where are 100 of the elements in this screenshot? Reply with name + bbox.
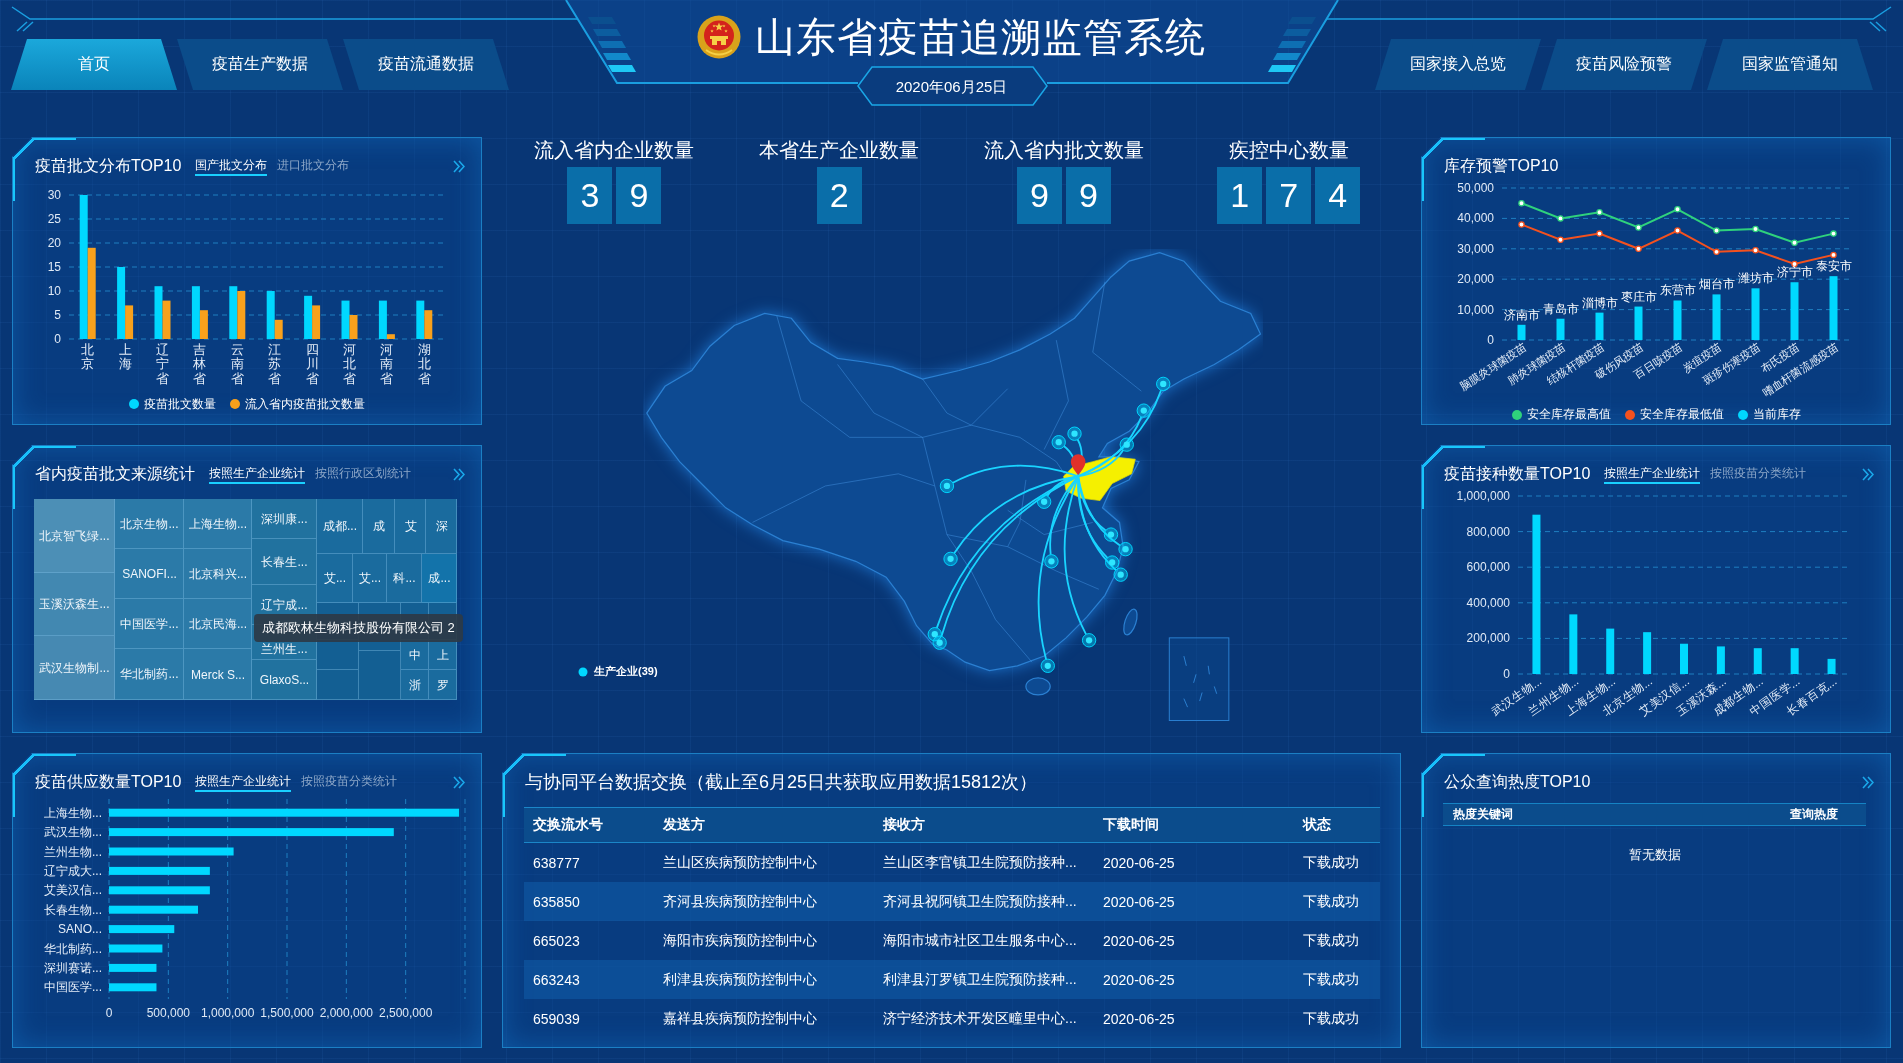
axis-label: 湖北省 <box>417 343 431 386</box>
counter-digit: 1 <box>1217 167 1263 224</box>
table-cell-text: 济宁经济技术开发区疃里中心... <box>882 1009 1078 1028</box>
column-header: 交换流水号 <box>532 816 604 834</box>
counter-digit: 4 <box>1315 167 1361 224</box>
table-cell-text: 利津县汀罗镇卫生院预防接种... <box>882 970 1078 989</box>
date-text: 2020年06月25日 <box>895 77 1008 97</box>
table-cell-text: 2020-06-25 <box>1102 893 1176 910</box>
axis-label: 辽宁成大... <box>44 863 102 878</box>
treemap-tile: 北京智飞绿... <box>34 499 115 573</box>
table-cell-text: 663243 <box>532 971 581 988</box>
tick-label: 15 <box>47 260 61 274</box>
treemap-tile: Merck S... <box>184 649 252 700</box>
data-label: 济宁市 <box>1776 265 1813 280</box>
treemap-tile: 中国医学... <box>115 599 184 649</box>
table-cell-text: 兰山区疾病预防控制中心 <box>662 853 818 872</box>
table-cell-text: 635850 <box>532 893 581 910</box>
stat-label: 疾控中心数量 <box>1228 138 1349 163</box>
treemap-tile: 北京民海... <box>184 599 252 649</box>
tick-label: 1,000,000 <box>200 1006 255 1020</box>
treemap-tile: 北京生物... <box>115 499 184 549</box>
tick-label: 1,000,000 <box>1456 489 1510 503</box>
treemap-tile: 艾... <box>317 554 353 603</box>
axis-label: 北京 <box>81 343 95 374</box>
tick-label: 0 <box>1503 667 1510 681</box>
treemap-tile: 华北制药... <box>115 649 184 700</box>
treemap-tile: 成 <box>363 499 395 554</box>
counter-digit: 9 <box>1065 167 1111 224</box>
table-cell-text: 下载成功 <box>1302 1009 1360 1028</box>
table-cell-text: 齐河县疾病预防控制中心 <box>662 892 818 911</box>
data-label: 青岛市 <box>1542 301 1579 316</box>
tick-label: 1,500,000 <box>260 1006 314 1020</box>
treemap-tile: 深圳康... <box>252 499 317 539</box>
treemap-tile: 深 <box>426 499 457 554</box>
counter-digit: 9 <box>616 167 662 224</box>
legend-label: 安全库存最低值 <box>1639 406 1724 423</box>
tick-label: 2,000,000 <box>319 1006 374 1020</box>
tick-label: 50,000 <box>1457 181 1494 195</box>
tick-label: 2,500,000 <box>378 1006 433 1020</box>
treemap-tile: 艾... <box>353 554 387 603</box>
legend-label: 疫苗批文数量 <box>144 395 216 413</box>
legend-label: 生产企业(39) <box>594 664 658 679</box>
table-cell-text: 利津县疾病预防控制中心 <box>662 970 818 989</box>
tick-label: 0 <box>105 1006 113 1020</box>
tick-label: 20 <box>47 236 61 250</box>
stat-label: 流入省内企业数量 <box>534 138 695 163</box>
axis-label: 兰州生物... <box>44 844 102 859</box>
data-label: 潍坊市 <box>1737 271 1774 286</box>
table-cell-text: 齐河县祝阿镇卫生院预防接种... <box>882 892 1078 911</box>
panel-title: 疫苗供应数量TOP10 <box>35 772 182 792</box>
column-header: 发送方 <box>662 816 706 834</box>
axis-label: 中国医学... <box>44 980 102 995</box>
empty-message: 暂无数据 <box>1627 846 1682 864</box>
table-cell-text: 下载成功 <box>1302 970 1360 989</box>
panel-title: 省内疫苗批文来源统计 <box>35 464 195 484</box>
tick-label: 10 <box>47 284 61 298</box>
tick-label: 10,000 <box>1457 302 1494 317</box>
treemap-tile: 浙 <box>401 670 429 700</box>
panel-title: 公众查询热度TOP10 <box>1444 772 1591 792</box>
axis-label: 深圳赛诺... <box>44 960 102 975</box>
tick-label: 40,000 <box>1457 211 1494 226</box>
treemap-tile: 上 <box>429 640 457 670</box>
tick-label: 30 <box>47 188 61 202</box>
axis-label: 吉林省 <box>193 343 207 386</box>
table-cell-text: 海阳市城市社区卫生服务中心... <box>882 931 1078 950</box>
tick-label: 400,000 <box>1466 595 1510 610</box>
table-cell-text: 下载成功 <box>1302 892 1360 911</box>
tick-label: 200,000 <box>1466 631 1510 646</box>
treemap-tile: 罗 <box>429 670 457 700</box>
axis-label: 辽宁省 <box>156 343 169 386</box>
treemap-tile: GlaxoS... <box>252 660 317 700</box>
tick-label: 5 <box>54 308 61 322</box>
data-label: 烟台市 <box>1698 277 1735 292</box>
table-cell-text: 2020-06-25 <box>1102 932 1176 949</box>
table-cell-text: 659039 <box>532 1010 581 1027</box>
treemap-tile: 成都... <box>317 499 363 554</box>
tick-label: 500,000 <box>146 1006 191 1020</box>
legend-label: 安全库存最高值 <box>1526 406 1611 423</box>
table-cell-text: 下载成功 <box>1302 853 1360 872</box>
table-cell-text: 兰山区李官镇卫生院预防接种... <box>882 853 1078 872</box>
axis-label: 河北省 <box>343 343 357 386</box>
treemap-tile: 艾 <box>395 499 426 554</box>
counter-digit: 2 <box>816 167 862 224</box>
data-label: 枣庄市 <box>1620 289 1657 304</box>
axis-label: 四川省 <box>305 343 319 386</box>
legend-label: 当前库存 <box>1752 406 1801 423</box>
table-cell-text: 2020-06-25 <box>1102 971 1176 988</box>
legend-label: 流入省内疫苗批文数量 <box>245 395 365 413</box>
table-cell-text: 嘉祥县疾病预防控制中心 <box>662 1009 818 1028</box>
counter-digit: 7 <box>1266 167 1312 224</box>
axis-label: 上海 <box>118 343 132 374</box>
tick-label: 600,000 <box>1466 560 1510 575</box>
axis-label: 武汉生物... <box>44 825 102 840</box>
treemap-tile: 中 <box>401 640 429 670</box>
column-header: 下载时间 <box>1102 816 1160 834</box>
panel-title: 疫苗接种数量TOP10 <box>1444 464 1591 484</box>
data-label: 淄博市 <box>1581 295 1618 310</box>
axis-label: 上海生物... <box>44 805 102 820</box>
axis-label: 长春生物... <box>44 902 102 917</box>
table-cell-text: 665023 <box>532 932 581 949</box>
